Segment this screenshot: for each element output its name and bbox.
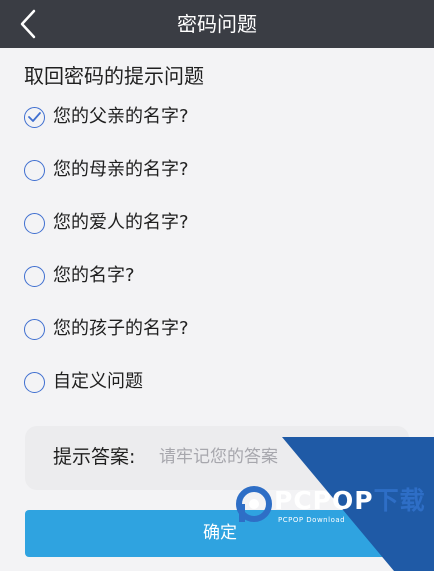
radio-checked-icon[interactable] — [24, 106, 45, 128]
page-title: 密码问题 — [177, 12, 257, 36]
option-label: 您的父亲的名字? — [53, 105, 189, 127]
option-spouse-name[interactable]: 您的爱人的名字? — [24, 205, 414, 240]
option-label: 您的母亲的名字? — [53, 158, 189, 180]
answer-input[interactable] — [159, 442, 389, 472]
answer-field-container: 提示答案: — [25, 426, 409, 490]
radio-unchecked-icon[interactable] — [24, 159, 45, 181]
checkmark-icon — [28, 111, 41, 122]
option-label: 您的孩子的名字? — [53, 317, 189, 339]
section-heading: 取回密码的提示问题 — [24, 64, 204, 88]
option-mother-name[interactable]: 您的母亲的名字? — [24, 152, 414, 187]
option-custom-question[interactable]: 自定义问题 — [24, 364, 414, 399]
title-bar: 密码问题 — [0, 0, 434, 48]
radio-unchecked-icon[interactable] — [24, 212, 45, 234]
radio-unchecked-icon[interactable] — [24, 371, 45, 393]
option-father-name[interactable]: 您的父亲的名字? — [24, 99, 414, 134]
radio-unchecked-icon[interactable] — [24, 265, 45, 287]
radio-unchecked-icon[interactable] — [24, 318, 45, 340]
confirm-button[interactable]: 确定 — [25, 510, 415, 557]
question-options: 您的父亲的名字? 您的母亲的名字? 您的爱人的名字? 您的名字? 您的孩子的名字… — [24, 99, 414, 417]
option-label: 自定义问题 — [53, 370, 143, 392]
option-own-name[interactable]: 您的名字? — [24, 258, 414, 293]
option-label: 您的名字? — [53, 264, 135, 286]
option-label: 您的爱人的名字? — [53, 211, 189, 233]
option-child-name[interactable]: 您的孩子的名字? — [24, 311, 414, 346]
answer-label: 提示答案: — [53, 446, 136, 468]
